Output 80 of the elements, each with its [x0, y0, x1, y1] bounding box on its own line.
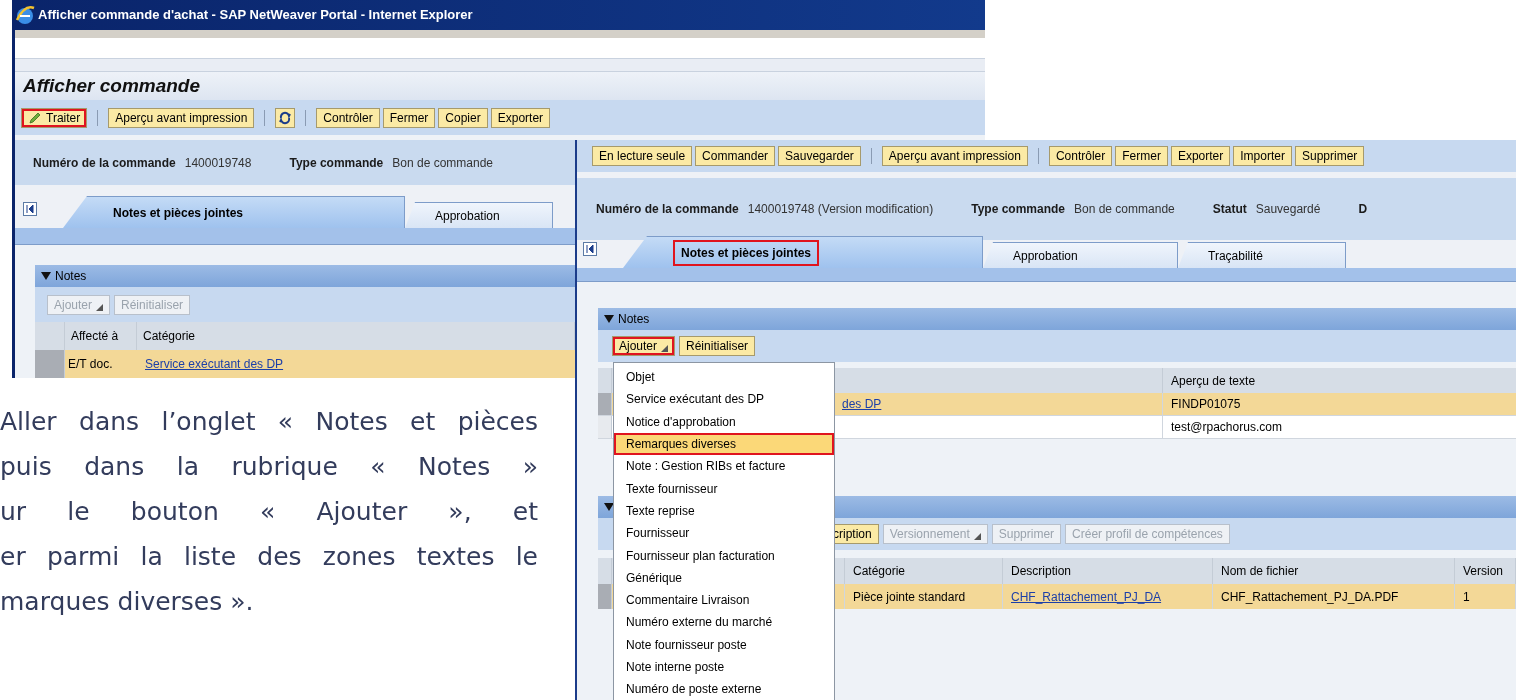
menu-item[interactable]: Note fournisseur poste: [614, 633, 834, 656]
row-selector[interactable]: [35, 350, 65, 378]
caret-icon: [96, 303, 104, 311]
field-label: Numéro de la commande: [596, 201, 739, 218]
instruction-text: ur le bouton « Ajouter », et: [0, 496, 538, 528]
category-link[interactable]: Service exécutant des DP: [145, 357, 284, 371]
tab[interactable]: Approbation: [983, 242, 1178, 268]
table-cell-text: FINDP01075: [1170, 396, 1242, 413]
caret-icon: [661, 345, 669, 352]
collapse-button[interactable]: [583, 242, 597, 256]
table-cell-text: 1: [1463, 588, 1470, 606]
menu-item[interactable]: Objet: [614, 366, 834, 389]
menu-item[interactable]: Remarques diverses: [614, 432, 834, 456]
tab[interactable]: Approbation: [405, 202, 553, 228]
instruction-text: puis dans la rubrique « Notes »: [0, 451, 538, 483]
menu-item[interactable]: Numéro externe du marché: [614, 611, 834, 634]
toolbar-button[interactable]: Fermer: [382, 107, 436, 128]
menu-item[interactable]: Note : Gestion RIBs et facture: [614, 455, 834, 478]
instruction-text: Aller dans l’onglet « Notes et pièces: [0, 406, 538, 438]
field-value: 1400019748: [184, 154, 252, 172]
field-value: Sauvegardé: [1255, 201, 1321, 218]
browser-logo-icon: [14, 4, 36, 26]
tab[interactable]: Notes et pièces jointes: [63, 196, 405, 228]
field-label: D: [1358, 201, 1368, 218]
tab[interactable]: Traçabilité: [1178, 242, 1346, 268]
section-header[interactable]: Notes: [598, 308, 1516, 330]
window-title: Afficher commande d'achat - SAP NetWeaver Portal - Internet Explorer: [38, 6, 473, 25]
toolbar-button[interactable]: Aperçu avant impression: [881, 146, 1028, 166]
menu-item[interactable]: Notice d'approbation: [614, 410, 834, 433]
menu-item[interactable]: Générique: [614, 566, 834, 589]
toolbar-button[interactable]: Importer: [1233, 146, 1292, 166]
toolbar-button[interactable]: Réinitialiser: [679, 336, 756, 356]
page-title: Afficher commande: [23, 73, 201, 98]
refresh-button[interactable]: [275, 107, 296, 128]
field-value: Bon de commande: [1074, 201, 1175, 218]
menu-item[interactable]: Commentaire Livraison: [614, 588, 834, 612]
section-title: Notes: [618, 311, 650, 328]
field-label: Type commande: [971, 201, 1065, 218]
toolbar-button[interactable]: Exporter: [490, 107, 551, 128]
toolbar-button[interactable]: Traiter: [21, 107, 88, 128]
menu-item[interactable]: Note interne poste: [614, 655, 834, 679]
file-link[interactable]: CHF_Rattachement_PJ_DA: [1011, 587, 1162, 606]
category-link[interactable]: des DP: [842, 395, 882, 413]
toolbar-button[interactable]: Fermer: [1115, 146, 1168, 166]
field-label: Numéro de la commande: [33, 154, 176, 172]
table-cell-text: E/T doc.: [67, 356, 114, 373]
row-selector[interactable]: [598, 416, 612, 438]
table-cell-text: Pièce jointe standard: [853, 588, 966, 606]
pencil-icon: [28, 110, 42, 125]
tab[interactable]: Notes et pièces jointes: [623, 236, 983, 268]
menu-item[interactable]: Texte fournisseur: [614, 477, 834, 500]
row-selector[interactable]: [598, 393, 612, 415]
table-cell-text: test@rpachorus.com: [1170, 419, 1283, 436]
menu-item[interactable]: Fournisseur plan facturation: [614, 544, 834, 567]
row-selector[interactable]: [598, 584, 612, 609]
field-value: Bon de commande: [392, 154, 493, 172]
toolbar-button[interactable]: Aperçu avant impression: [108, 107, 255, 128]
toolbar-button[interactable]: Contrôler: [316, 107, 380, 128]
field-value: 1400019748 (Version modification): [747, 201, 934, 218]
section-header[interactable]: Notes: [35, 265, 575, 287]
menu-item[interactable]: Service exécutant des DP: [614, 388, 834, 411]
field-label: Type commande: [289, 154, 384, 172]
section-title: Notes: [55, 268, 87, 285]
column-header[interactable]: Aperçu de texte: [1163, 368, 1516, 393]
toolbar-button[interactable]: Ajouter: [612, 336, 676, 356]
toolbar-button[interactable]: Contrôler: [1048, 146, 1113, 166]
instruction-text: marques diverses ».: [0, 586, 255, 618]
menu-item[interactable]: Numéro de poste externe: [614, 678, 834, 700]
menu-item[interactable]: Texte reprise: [614, 499, 834, 523]
toolbar-button[interactable]: Supprimer: [1294, 146, 1365, 166]
toolbar-button[interactable]: En lecture seule: [592, 146, 693, 166]
toolbar-button[interactable]: Sauvegarder: [778, 146, 861, 166]
toolbar-button[interactable]: Commander: [695, 146, 776, 166]
toolbar-button[interactable]: Copier: [438, 107, 488, 128]
table-cell-text: CHF_Rattachement_PJ_DA.PDF: [1221, 588, 1399, 606]
toolbar-button[interactable]: Exporter: [1170, 146, 1231, 166]
caret-icon: [973, 533, 981, 540]
instruction-text: er parmi la liste des zones textes le: [0, 541, 538, 573]
collapse-button[interactable]: [23, 202, 37, 216]
field-label: Statut: [1212, 201, 1247, 218]
